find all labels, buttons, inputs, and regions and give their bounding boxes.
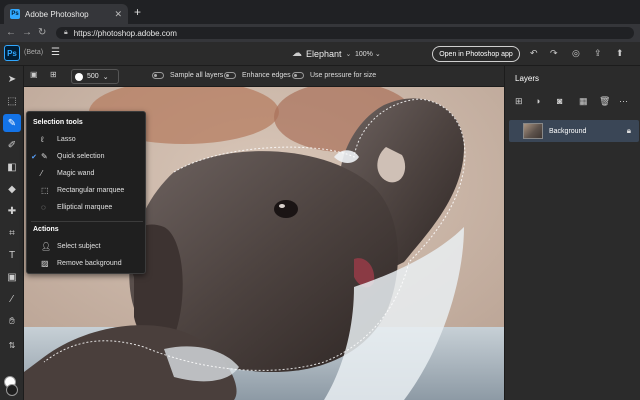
layer-name: Background: [549, 127, 587, 135]
layer-row[interactable]: Background 🔒︎: [509, 120, 639, 142]
shape-tool-icon[interactable]: ▣: [3, 268, 21, 286]
zoom-dropdown[interactable]: 100% ⌄: [355, 50, 381, 58]
add-to-selection-icon[interactable]: ⊞: [50, 70, 57, 79]
eraser-tool-icon[interactable]: ◧: [3, 158, 21, 176]
comments-icon[interactable]: ◎: [572, 48, 580, 59]
brush-preview-icon: [75, 72, 83, 81]
open-in-photoshop-button[interactable]: Open in Photoshop app: [432, 46, 520, 62]
layers-panel-title: Layers: [515, 74, 540, 83]
delete-layer-icon[interactable]: 🗑︎: [599, 96, 610, 107]
mask-icon[interactable]: ◙: [557, 96, 562, 106]
document-title[interactable]: ☁ Elephant ⌄: [292, 48, 351, 59]
quick-selection-icon: ✎: [41, 152, 48, 161]
zoom-value: 100%: [355, 51, 373, 58]
text-tool-icon[interactable]: T: [3, 246, 21, 264]
fill-tool-icon[interactable]: ◆: [3, 180, 21, 198]
hand-tool-icon[interactable]: ✋︎: [3, 312, 21, 330]
quick-selection-label: Quick selection: [57, 153, 105, 160]
person-icon: 👤︎: [41, 242, 52, 251]
lock-icon[interactable]: 🔒︎: [627, 126, 631, 136]
tab-title: Adobe Photoshop: [25, 9, 89, 19]
select-subject-menu-item[interactable]: 👤︎ Select subject: [27, 239, 145, 254]
lasso-menu-item[interactable]: ℓ Lasso: [27, 132, 145, 147]
use-pressure-label: Use pressure for size: [310, 72, 377, 79]
reload-icon[interactable]: ↻: [38, 27, 46, 38]
elliptical-marquee-label: Elliptical marquee: [57, 204, 113, 211]
lock-icon: 🔒︎: [64, 29, 68, 36]
move-tool-icon[interactable]: ➤: [3, 70, 21, 88]
sample-all-layers-label: Sample all layers: [170, 72, 224, 79]
rectangular-marquee-label: Rectangular marquee: [57, 187, 125, 194]
quick-selection-menu-item[interactable]: ✔ ✎ Quick selection: [27, 149, 145, 164]
add-layer-icon[interactable]: ⊞: [515, 96, 523, 107]
export-icon[interactable]: ⬆: [616, 48, 624, 59]
brush-size-dropdown[interactable]: 500 ⌄: [71, 69, 119, 84]
menu-divider: [31, 221, 143, 222]
swap-colors-icon[interactable]: ⇅: [3, 336, 21, 354]
tool-options-bar: ▣ ⊞ 500 ⌄ Sample all layers Enhance edge…: [24, 66, 504, 87]
browser-tab[interactable]: Ps Adobe Photoshop ✕: [4, 4, 128, 24]
selected-check-icon: ✔: [31, 153, 37, 161]
eyedropper-tool-icon[interactable]: ⁄: [3, 290, 21, 308]
layer-properties-icon[interactable]: ▦: [579, 96, 588, 107]
actions-heading: Actions: [33, 226, 59, 233]
rectangular-marquee-icon: ⬚: [41, 186, 49, 195]
remove-background-label: Remove background: [57, 260, 122, 267]
sample-all-layers-toggle[interactable]: [152, 72, 164, 79]
image-icon: ▨: [41, 259, 49, 268]
redo-icon[interactable]: ↷: [550, 48, 558, 59]
browser-tab-strip: Ps Adobe Photoshop ✕ +: [0, 0, 640, 24]
photoshop-favicon-icon: Ps: [10, 9, 20, 19]
magic-wand-label: Magic wand: [57, 170, 95, 177]
document-name: Elephant: [306, 48, 342, 59]
close-tab-icon[interactable]: ✕: [114, 9, 122, 20]
elliptical-marquee-icon: ◌: [41, 203, 46, 212]
undo-icon[interactable]: ↶: [530, 48, 538, 59]
back-arrow-icon[interactable]: ←: [6, 27, 16, 38]
app-header: Ps (Beta) ☰ ☁ Elephant ⌄ 100% ⌄ Open in …: [0, 42, 640, 66]
new-selection-icon[interactable]: ▣: [30, 70, 38, 79]
brush-size-value: 500: [87, 73, 99, 80]
browser-address-bar: ← → ↻ 🔒︎ https://photoshop.adobe.com: [0, 24, 640, 42]
crop-tool-icon[interactable]: ⌗: [3, 224, 21, 242]
cloud-icon: ☁: [292, 48, 302, 59]
lasso-label: Lasso: [57, 136, 76, 143]
beta-label: (Beta): [24, 49, 44, 56]
elliptical-marquee-menu-item[interactable]: ◌ Elliptical marquee: [27, 200, 145, 215]
tools-toolbar: ➤ ⬚ ✎ ✐ ◧ ◆ ✚ ⌗ T ▣ ⁄ ✋︎ ⇅: [0, 66, 24, 400]
remove-background-menu-item[interactable]: ▨ Remove background: [27, 256, 145, 271]
layers-panel: Layers ⊞ ◑ ◙ ▦ 🗑︎ ⋯ Background 🔒︎: [504, 66, 640, 400]
share-icon[interactable]: ⇪: [594, 48, 602, 59]
forward-arrow-icon[interactable]: →: [22, 27, 32, 38]
magic-wand-icon: ⁄: [41, 169, 43, 178]
hamburger-menu-icon[interactable]: ☰: [51, 47, 60, 58]
lasso-icon: ℓ: [41, 135, 44, 144]
url-text: https://photoshop.adobe.com: [73, 28, 177, 38]
selection-tools-heading: Selection tools: [33, 119, 83, 126]
adjustment-layer-icon[interactable]: ◑: [535, 96, 540, 106]
brush-tool-icon[interactable]: ✐: [3, 136, 21, 154]
healing-tool-icon[interactable]: ✚: [3, 202, 21, 220]
quick-selection-tool-icon[interactable]: ✎: [3, 114, 21, 132]
chevron-down-icon: ⌄: [345, 50, 352, 58]
use-pressure-toggle[interactable]: [292, 72, 304, 79]
photoshop-logo[interactable]: Ps: [4, 45, 20, 61]
chevron-down-icon: ⌄: [102, 73, 109, 81]
background-color-swatch[interactable]: [6, 384, 18, 396]
transform-tool-icon[interactable]: ⬚: [3, 92, 21, 110]
more-options-icon[interactable]: ⋯: [619, 96, 628, 107]
new-tab-button[interactable]: +: [134, 5, 141, 19]
rectangular-marquee-menu-item[interactable]: ⬚ Rectangular marquee: [27, 183, 145, 198]
enhance-edges-toggle[interactable]: [224, 72, 236, 79]
enhance-edges-label: Enhance edges: [242, 72, 291, 79]
layer-thumbnail: [523, 123, 543, 139]
select-subject-label: Select subject: [57, 243, 101, 250]
magic-wand-menu-item[interactable]: ⁄ Magic wand: [27, 166, 145, 181]
url-field[interactable]: 🔒︎ https://photoshop.adobe.com: [56, 27, 634, 39]
selection-tools-flyout: Selection tools ℓ Lasso ✔ ✎ Quick select…: [26, 111, 146, 274]
